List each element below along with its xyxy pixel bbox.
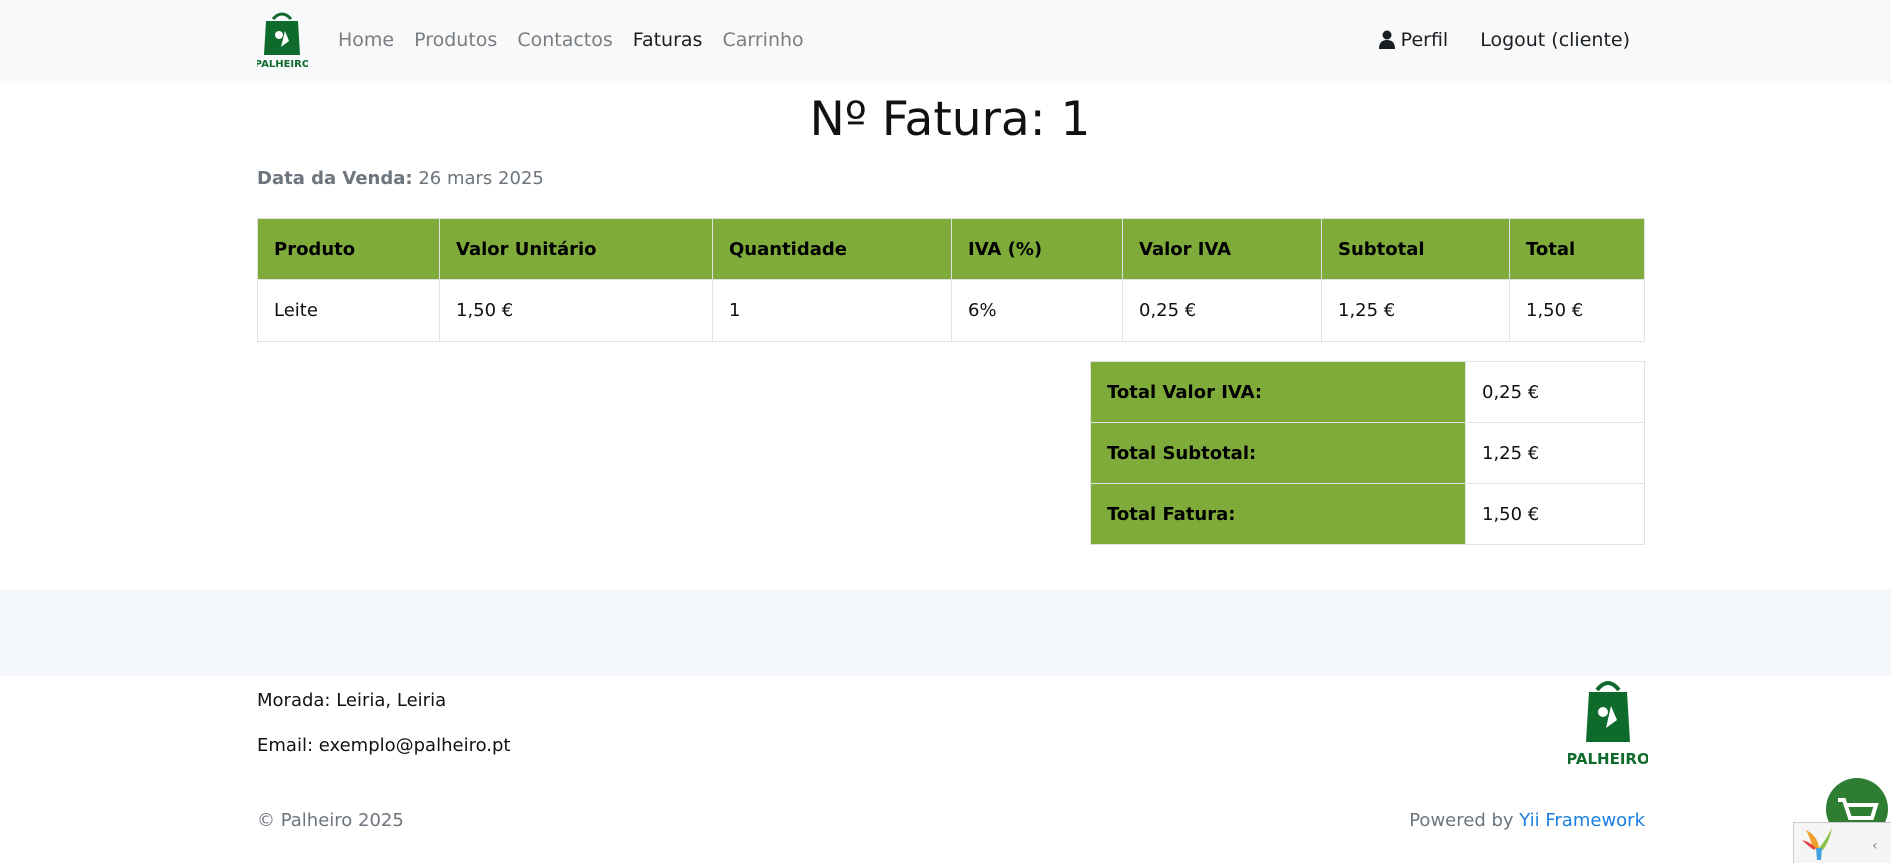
cell-quantidade: 1 [712,279,952,342]
column-header-valor-iva: Valor IVA [1122,218,1322,280]
total-fatura-label: Total Fatura: [1090,483,1466,545]
cell-iva: 6% [951,279,1123,342]
logout-button[interactable]: Logout (cliente) [1480,29,1630,51]
table-header-row: Produto Valor Unitário Quantidade IVA (%… [257,218,1645,280]
nav-link-contactos[interactable]: Contactos [517,29,612,51]
nav-link-produtos[interactable]: Produtos [414,29,497,51]
totals-row: Total Subtotal: 1,25 € [1090,422,1645,484]
profile-label: Perfil [1400,28,1449,51]
cell-subtotal: 1,25 € [1321,279,1510,342]
totals-row: Total Fatura: 1,50 € [1090,483,1645,545]
column-header-quantidade: Quantidade [712,218,952,280]
cell-total: 1,50 € [1509,279,1645,342]
column-header-iva: IVA (%) [951,218,1123,280]
invoice-items-table: Produto Valor Unitário Quantidade IVA (%… [257,218,1645,342]
nav-link-carrinho[interactable]: Carrinho [722,29,803,51]
nav-link-faturas[interactable]: Faturas [633,29,703,51]
column-header-valor-unitario: Valor Unitário [439,218,713,280]
profile-link[interactable]: Perfil [1378,28,1449,51]
sale-date-label: Data da Venda: [257,168,413,189]
cell-valor-iva: 0,25 € [1122,279,1322,342]
shopping-bag-logo-icon: PALHEIRO [255,12,310,70]
invoice-totals-table: Total Valor IVA: 0,25 € Total Subtotal: … [1090,361,1645,545]
total-subtotal-value: 1,25 € [1465,422,1645,484]
sale-date: Data da Venda: 26 mars 2025 [257,168,544,189]
footer-powered-by: Powered by Yii Framework [1409,810,1645,831]
footer-email: Email: exemplo@palheiro.pt [257,735,511,756]
chevron-left-icon[interactable]: ‹ [1872,838,1878,854]
brand-logo-text: PALHEIRO [257,59,308,69]
user-icon [1378,30,1395,49]
nav-links: Home Produtos Contactos Faturas Carrinho [338,0,824,79]
cell-produto: Leite [257,279,440,342]
column-header-subtotal: Subtotal [1321,218,1510,280]
footer-address: Morada: Leiria, Leiria [257,690,447,711]
total-subtotal-label: Total Subtotal: [1090,422,1466,484]
brand-logo[interactable]: PALHEIRO [255,11,310,70]
cell-valor-unitario: 1,50 € [439,279,713,342]
shopping-bag-logo-icon: PALHEIRO [1566,681,1650,768]
nav-right: Perfil Logout (cliente) [1378,0,1630,79]
column-header-total: Total [1509,218,1645,280]
nav-link-home[interactable]: Home [338,29,394,51]
sale-date-value: 26 mars 2025 [418,168,544,189]
column-header-produto: Produto [257,218,440,280]
yii-framework-link[interactable]: Yii Framework [1519,810,1645,831]
total-iva-value: 0,25 € [1465,361,1645,423]
powered-by-text: Powered by [1409,810,1520,831]
table-row: Leite 1,50 € 1 6% 0,25 € 1,25 € 1,50 € [257,279,1645,342]
total-fatura-value: 1,50 € [1465,483,1645,545]
footer-copyright: © Palheiro 2025 [257,810,404,831]
footer-logo-text: PALHEIRO [1568,750,1648,768]
total-iva-label: Total Valor IVA: [1090,361,1466,423]
navbar: PALHEIRO Home Produtos Contactos Faturas… [0,0,1891,83]
footer-band [0,590,1891,676]
page-title: Nº Fatura: 1 [809,92,1091,147]
footer-logo: PALHEIRO [1566,678,1650,768]
totals-row: Total Valor IVA: 0,25 € [1090,361,1645,423]
yii-logo-icon[interactable] [1800,826,1838,862]
